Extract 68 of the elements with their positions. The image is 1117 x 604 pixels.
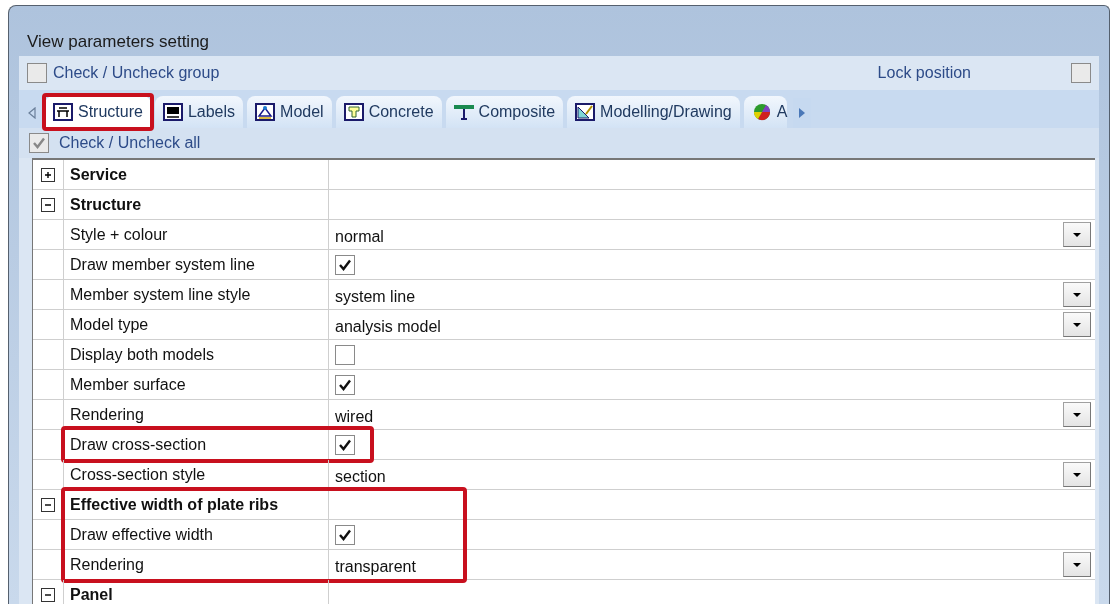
caret-icon	[1072, 291, 1082, 298]
property-label: Model type	[63, 310, 329, 339]
checkbox[interactable]	[335, 524, 355, 545]
checkbox[interactable]	[29, 133, 49, 153]
property-label: Rendering	[63, 550, 329, 579]
tab-icon	[53, 103, 73, 121]
group-label: Panel	[63, 580, 329, 604]
checkbox[interactable]	[335, 374, 355, 395]
dropdown-button[interactable]	[1063, 552, 1091, 577]
dropdown-button[interactable]	[1063, 282, 1091, 307]
property-label: Style + colour	[63, 220, 329, 249]
tab[interactable]: A	[743, 96, 788, 128]
caret-icon	[1072, 231, 1082, 238]
property-value: transparent	[335, 556, 416, 577]
property-label: Draw effective width	[63, 520, 329, 549]
property-label: Draw member system line	[63, 250, 329, 279]
tab-icon	[162, 103, 183, 121]
expand-icon[interactable]	[41, 167, 55, 182]
tab[interactable]: Labels	[154, 96, 244, 128]
property-value: wired	[335, 406, 374, 427]
check-icon	[338, 377, 352, 392]
dropdown-button[interactable]	[1063, 402, 1091, 427]
check-icon	[338, 437, 352, 452]
property-value: section	[335, 466, 386, 487]
collapse-icon[interactable]	[41, 587, 55, 602]
property-label: Display both models	[63, 340, 329, 369]
property-value: normal	[335, 226, 384, 247]
checkbox[interactable]	[335, 254, 355, 275]
property-label: Member system line style	[63, 280, 329, 309]
property-label: Rendering	[63, 400, 329, 429]
property-value: system line	[335, 286, 416, 307]
checkbox[interactable]	[27, 63, 47, 83]
check-label: Check / Uncheck all	[59, 133, 201, 153]
property-label: Member surface	[63, 370, 329, 399]
window-title: View parameters setting	[27, 30, 210, 53]
check-icon	[32, 136, 46, 150]
checkbox[interactable]	[335, 434, 355, 455]
dropdown-button[interactable]	[1063, 462, 1091, 487]
property-value: analysis model	[335, 316, 441, 337]
lock-label: Lock position	[877, 63, 971, 83]
checkbox[interactable]	[1071, 63, 1091, 83]
tab-icon	[255, 103, 276, 121]
caret-icon	[1072, 471, 1082, 478]
dropdown-button[interactable]	[1063, 222, 1091, 247]
group-label: Service	[63, 160, 329, 189]
collapse-icon[interactable]	[41, 197, 55, 212]
caret-icon	[1072, 561, 1082, 568]
tab-icon	[575, 103, 596, 121]
group-label: Structure	[63, 190, 329, 219]
pie-chart-icon	[751, 103, 772, 121]
group-label: Effective width of plate ribs	[63, 490, 329, 519]
collapse-icon[interactable]	[41, 497, 55, 512]
tab[interactable]: Composite	[445, 96, 564, 128]
check-icon	[338, 257, 352, 272]
tab[interactable]: Concrete	[335, 96, 442, 128]
tab-icon	[343, 103, 364, 121]
property-label: Cross-section style	[63, 460, 329, 489]
tab[interactable]: Structure	[45, 96, 151, 128]
caret-icon	[1072, 411, 1082, 418]
caret-icon	[1072, 321, 1082, 328]
check-icon	[338, 527, 352, 542]
tab[interactable]: Model	[247, 96, 332, 128]
check-label: Check / Uncheck group	[53, 63, 220, 83]
beam-icon	[453, 103, 474, 121]
property-label: Draw cross-section	[63, 430, 329, 459]
tab[interactable]: Modelling/Drawing	[567, 96, 740, 128]
checkbox[interactable]	[335, 344, 355, 365]
dropdown-button[interactable]	[1063, 312, 1091, 337]
